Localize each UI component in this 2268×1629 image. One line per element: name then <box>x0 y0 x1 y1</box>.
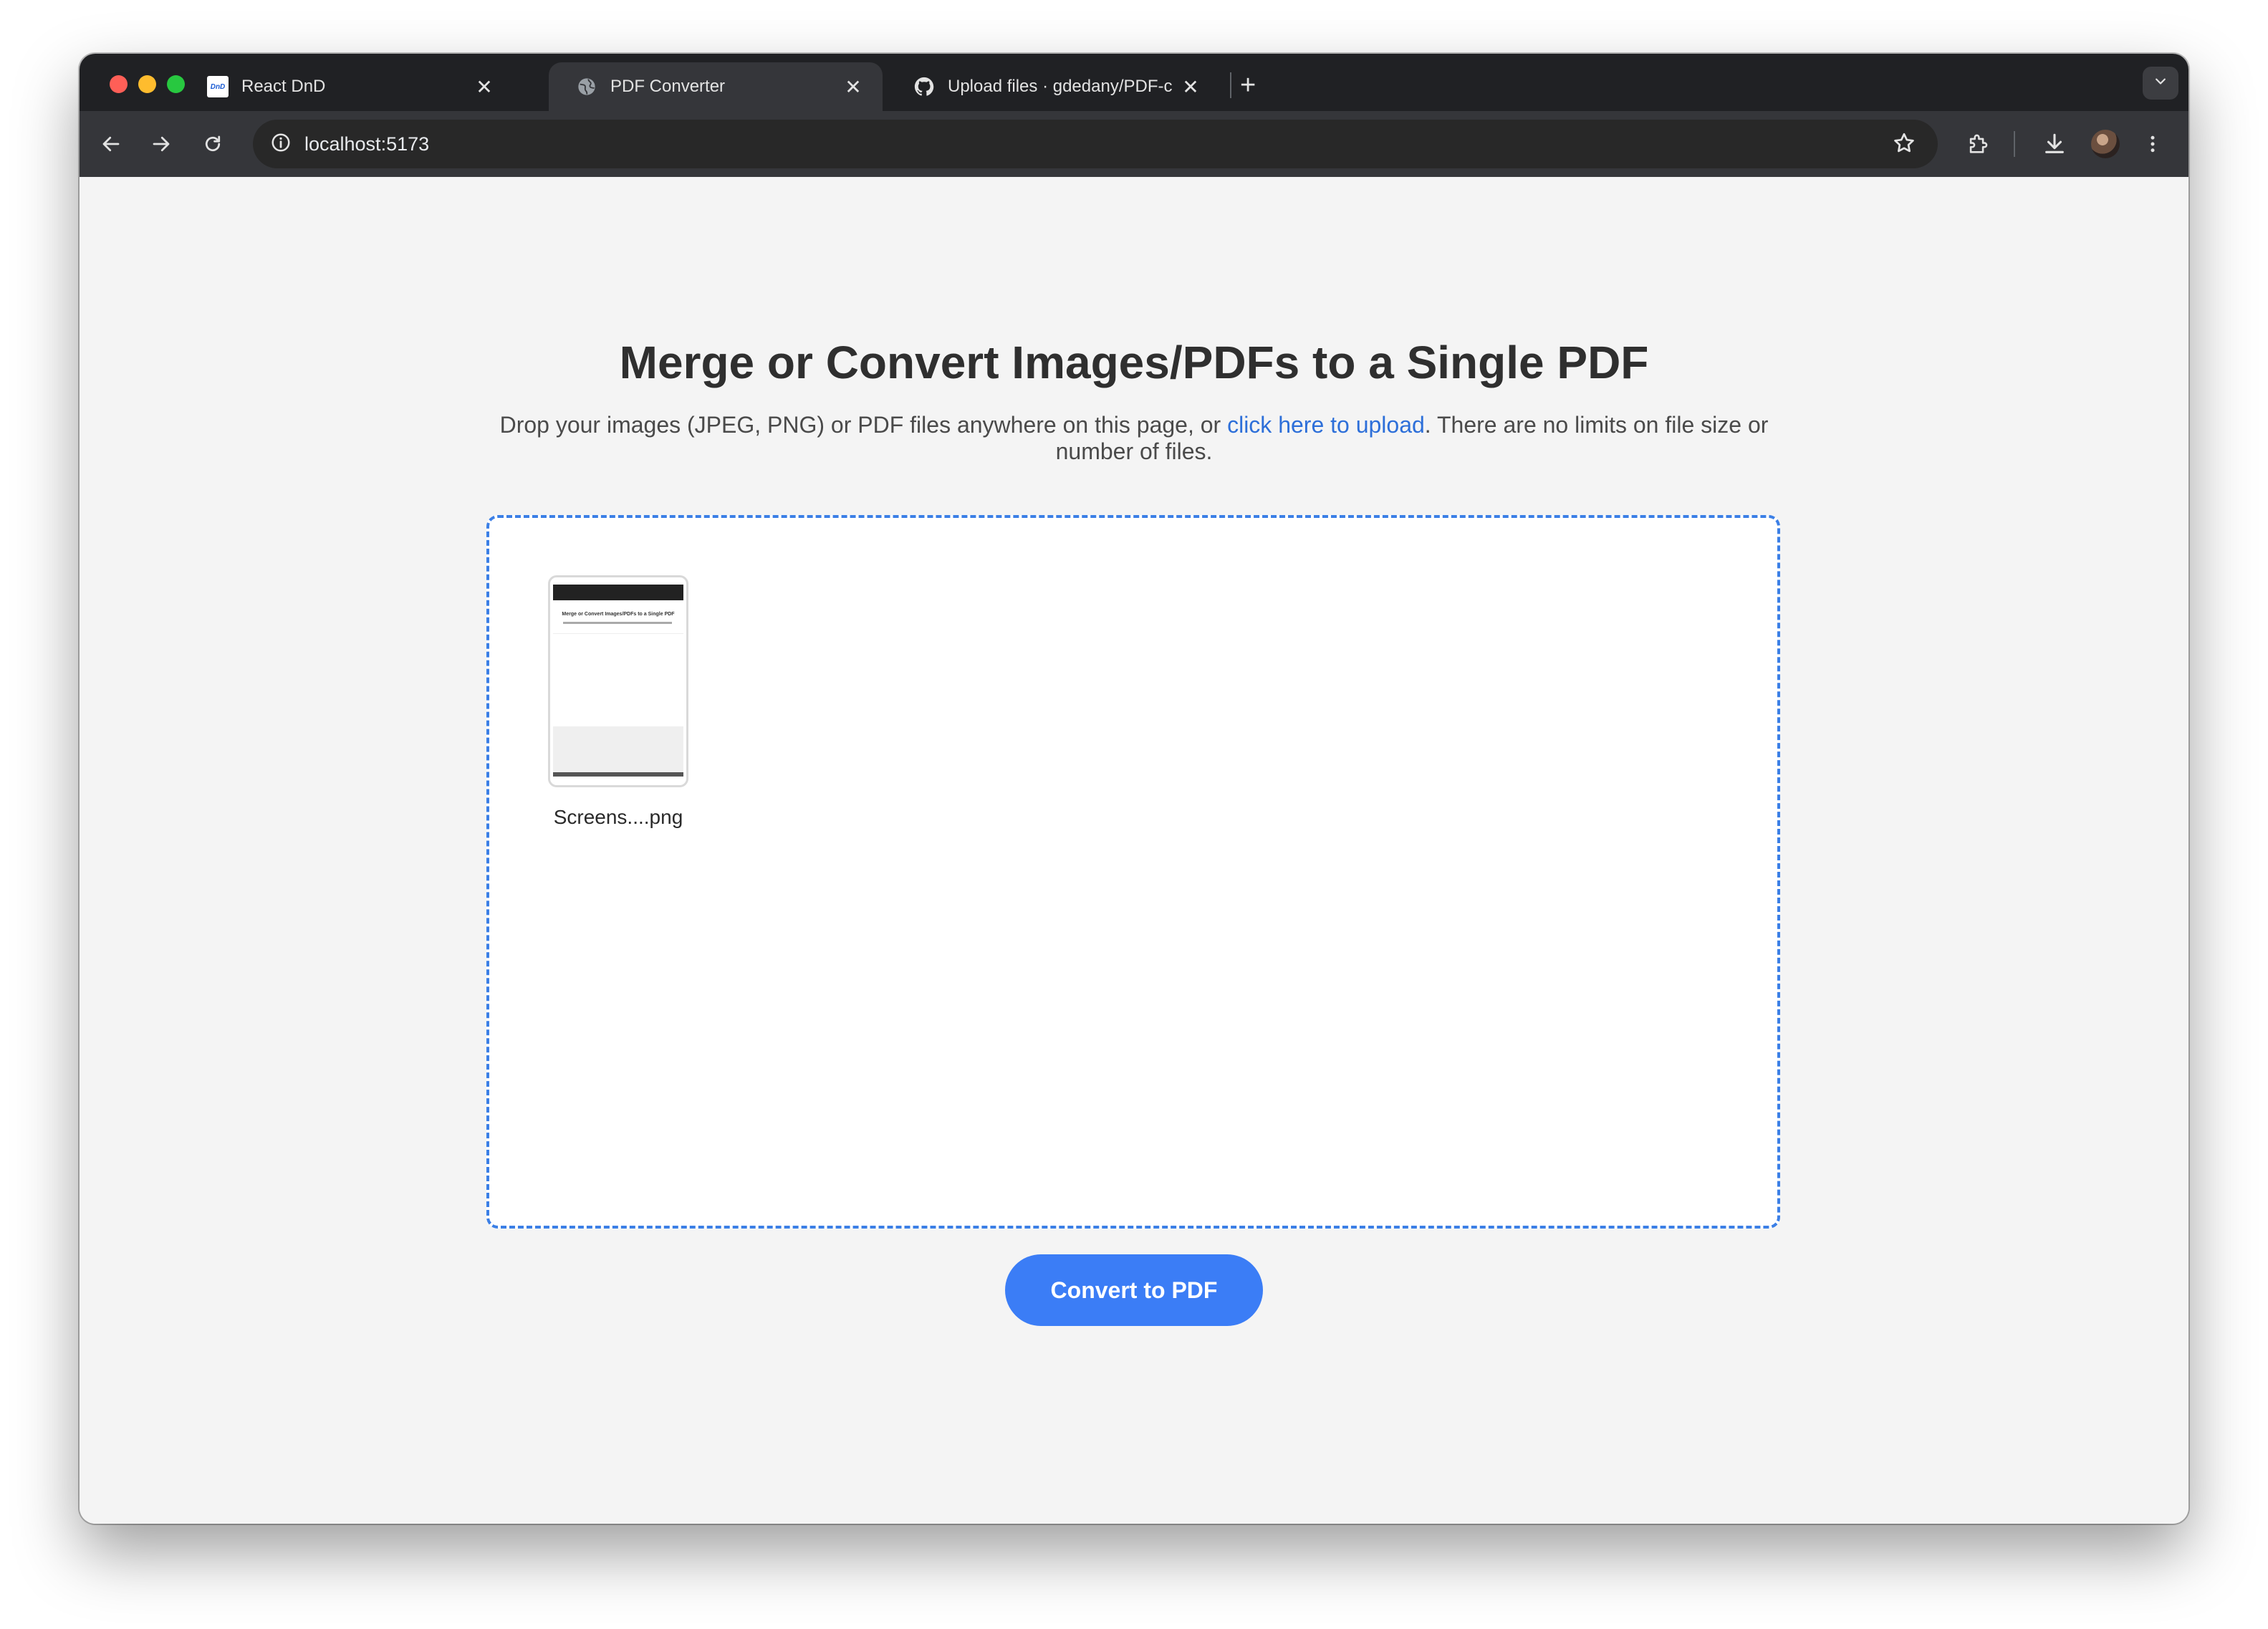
description-text: Drop your images (JPEG, PNG) or PDF file… <box>499 412 1228 438</box>
toolbar-divider <box>2014 131 2015 157</box>
file-thumbnail[interactable]: Merge or Convert Images/PDFs to a Single… <box>548 575 688 787</box>
tab-github-upload[interactable]: Upload files · gdedany/PDF-c ✕ <box>886 62 1220 111</box>
site-info-icon[interactable] <box>270 132 292 157</box>
browser-toolbar: localhost:5173 <box>80 111 2188 177</box>
tab-pdf-converter[interactable]: PDF Converter ✕ <box>549 62 883 111</box>
thumbnail-bottom-bar <box>553 772 683 777</box>
thumbnail-text-line <box>563 622 672 624</box>
downloads-button[interactable] <box>2039 128 2070 160</box>
tab-strip: DnD React DnD ✕ PDF Converter ✕ Upload f… <box>80 54 2188 111</box>
bookmark-star-icon[interactable] <box>1892 131 1916 159</box>
reload-icon <box>205 135 221 152</box>
upload-link[interactable]: click here to upload <box>1227 412 1425 438</box>
forward-button[interactable] <box>145 128 177 160</box>
new-tab-button[interactable]: + <box>1240 69 1256 101</box>
address-bar[interactable]: localhost:5173 <box>253 120 1938 168</box>
thumbnail-browser-bar <box>553 585 683 600</box>
arrow-left-icon <box>102 136 120 152</box>
browser-window: DnD React DnD ✕ PDF Converter ✕ Upload f… <box>80 54 2188 1524</box>
file-item[interactable]: Merge or Convert Images/PDFs to a Single… <box>548 575 688 829</box>
page-title: Merge or Convert Images/PDFs to a Single… <box>619 337 1649 388</box>
extensions-button[interactable] <box>1962 128 1994 160</box>
tab-close-icon[interactable]: ✕ <box>1180 75 1201 99</box>
dnd-logo-icon: DnD <box>207 76 229 97</box>
arrow-right-icon <box>153 136 170 152</box>
download-icon <box>2045 133 2064 153</box>
tab-title: React DnD <box>241 77 326 96</box>
page-content: Merge or Convert Images/PDFs to a Single… <box>80 177 2188 1524</box>
tab-close-icon[interactable]: ✕ <box>842 75 864 99</box>
tab-search-button[interactable] <box>2143 67 2178 100</box>
url-text[interactable]: localhost:5173 <box>304 133 429 155</box>
thumbnail-dropzone <box>553 633 683 727</box>
chevron-down-icon <box>2153 75 2168 92</box>
convert-to-pdf-button[interactable]: Convert to PDF <box>1005 1254 1263 1326</box>
page-description: Drop your images (JPEG, PNG) or PDF file… <box>481 412 1787 465</box>
github-icon <box>913 76 935 97</box>
thumbnail-footer <box>553 726 683 772</box>
tab-title: PDF Converter <box>610 77 726 96</box>
tab-react-dnd[interactable]: DnD React DnD ✕ <box>180 62 514 111</box>
tab-close-icon[interactable]: ✕ <box>474 75 495 99</box>
close-window-button[interactable] <box>110 75 128 93</box>
globe-icon <box>576 76 597 97</box>
thumbnail-title: Merge or Convert Images/PDFs to a Single… <box>562 612 675 617</box>
browser-menu-button[interactable] <box>2137 128 2168 160</box>
tab-divider <box>1230 72 1231 98</box>
profile-avatar[interactable] <box>2091 130 2120 158</box>
more-vertical-icon <box>2151 135 2155 153</box>
file-name: Screens....png <box>553 806 683 828</box>
puzzle-icon <box>1969 134 1988 153</box>
back-button[interactable] <box>95 128 127 160</box>
file-drop-zone[interactable]: Merge or Convert Images/PDFs to a Single… <box>486 515 1780 1229</box>
minimize-window-button[interactable] <box>138 75 156 93</box>
reload-button[interactable] <box>197 128 229 160</box>
tab-title: Upload files · gdedany/PDF-c <box>948 77 1173 96</box>
